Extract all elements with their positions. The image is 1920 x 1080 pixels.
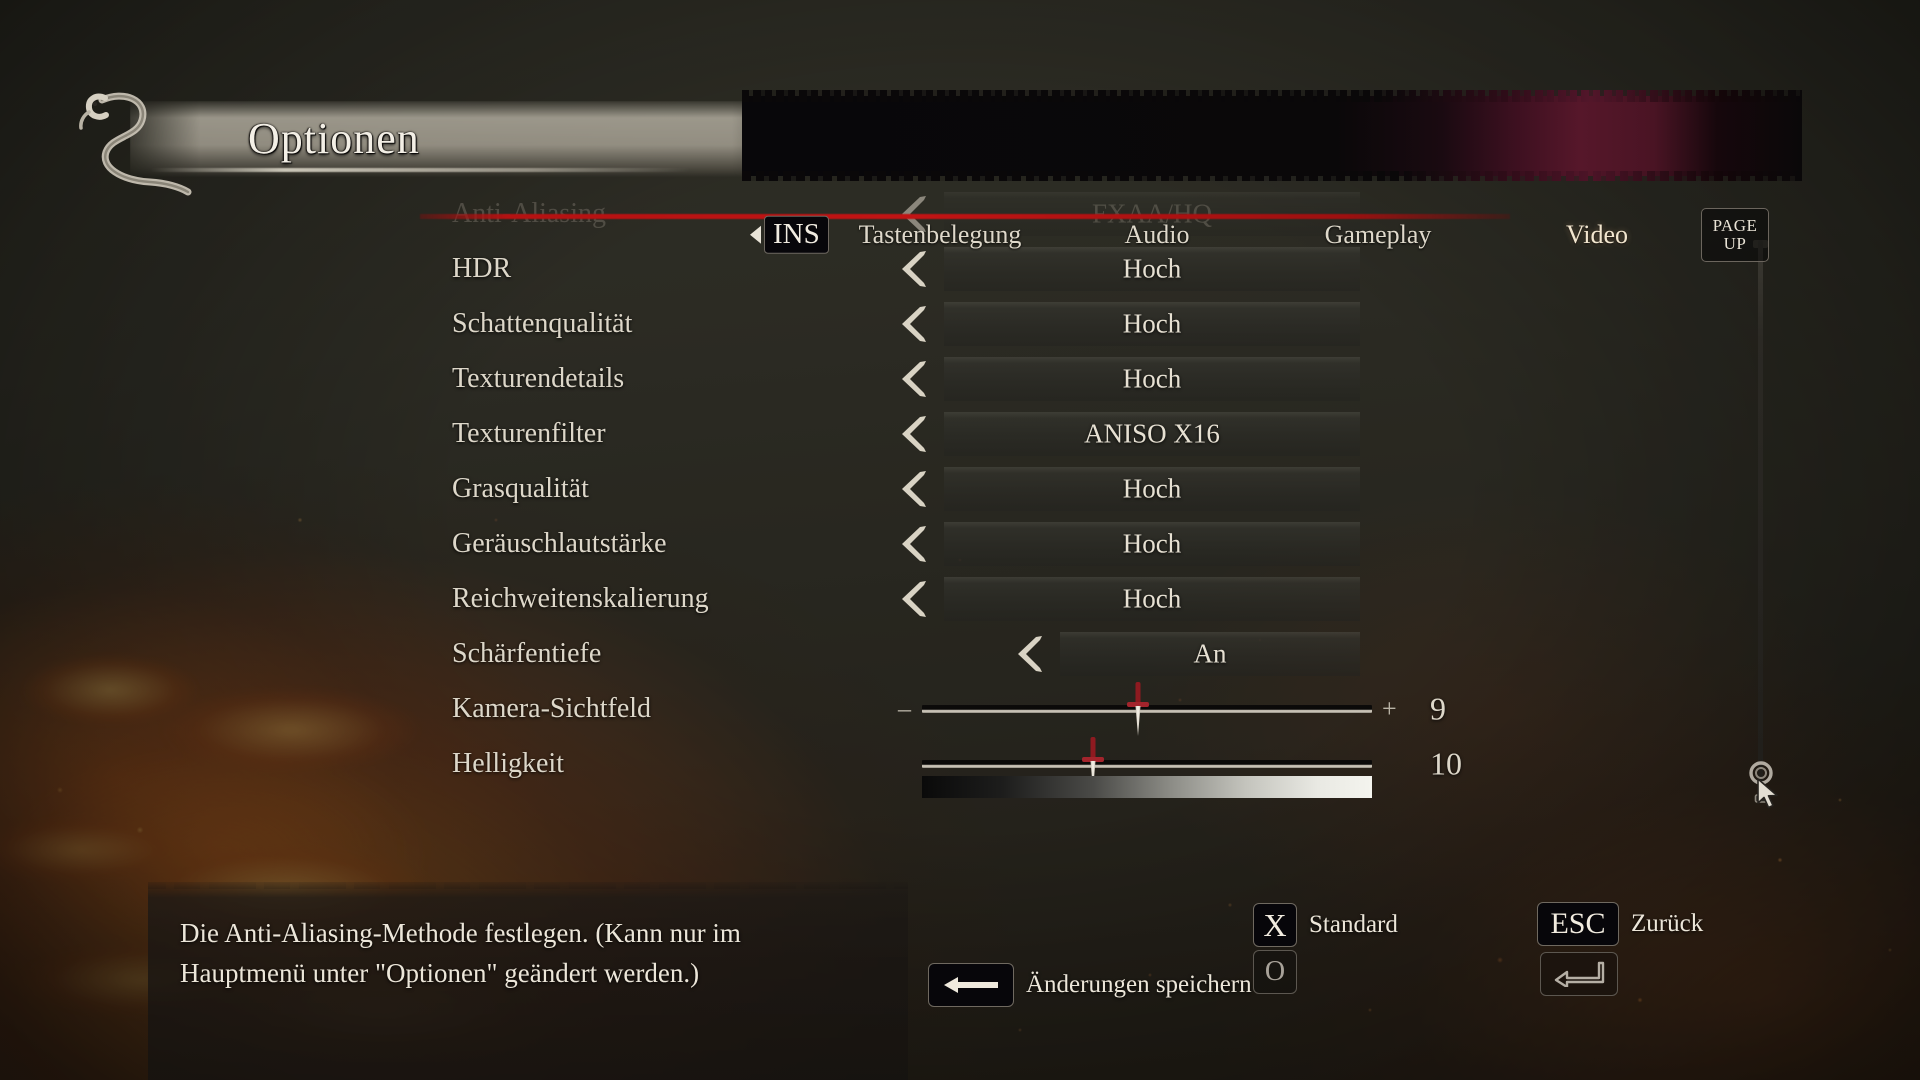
chevron-left-icon[interactable] — [896, 359, 934, 399]
mouse-cursor — [1757, 778, 1778, 809]
option-label: HDR — [452, 252, 512, 284]
tooltip-line-1: Die Anti-Aliasing-Methode festlegen. (Ka… — [180, 918, 741, 948]
o-button-hint[interactable]: O — [1253, 950, 1297, 994]
option-label: Texturendetails — [452, 362, 625, 394]
page-up-line2: UP — [1723, 234, 1747, 253]
option-value-bar[interactable]: Hoch — [944, 246, 1360, 291]
options-header: INS Tastenbelegung Audio Gameplay Video PAG… — [0, 92, 1920, 262]
options-list: Anti-Aliasing FXAA/HQ HDR Hoch Schattenquali… — [0, 186, 1920, 798]
chevron-left-icon[interactable] — [1012, 634, 1050, 674]
slider-track[interactable] — [922, 681, 1372, 736]
serpent-ornament-icon — [79, 92, 192, 196]
enter-key-cap — [1540, 952, 1618, 996]
page-up-key-hint[interactable]: PAGE UP — [1701, 208, 1769, 262]
slider-track[interactable] — [922, 736, 1372, 791]
option-prev-arrow[interactable] — [896, 249, 934, 289]
option-row[interactable]: Schärfentiefe An — [0, 626, 1920, 681]
option-row[interactable]: Kamera-Sichtfeld – +9 — [0, 681, 1920, 736]
slider-handle-icon[interactable] — [1125, 680, 1151, 738]
default-settings-hint[interactable]: X Standard — [1253, 903, 1398, 947]
option-label: Grasqualität — [452, 472, 589, 504]
option-row[interactable]: Geräuschlautstärke Hoch — [0, 516, 1920, 571]
option-value: ANISO X16 — [1084, 418, 1220, 448]
ins-key-label: INS — [764, 215, 829, 255]
selected-row-underline — [420, 214, 1510, 219]
tab-bar — [742, 96, 1802, 176]
option-value: Hoch — [1122, 308, 1182, 338]
page-title: Optionen — [248, 114, 420, 163]
option-label: Helligkeit — [452, 747, 564, 779]
option-row[interactable]: Reichweitenskalierung Hoch — [0, 571, 1920, 626]
o-key-cap: O — [1253, 950, 1297, 994]
slider-value: 9 — [1430, 690, 1446, 726]
option-value-bar[interactable]: An — [1060, 631, 1360, 676]
back-label: Zurück — [1631, 910, 1704, 937]
slider-increase-button[interactable]: + — [1382, 695, 1397, 722]
chevron-left-icon[interactable] — [896, 524, 934, 564]
option-prev-arrow[interactable] — [896, 414, 934, 454]
brightness-gradient-preview — [922, 775, 1372, 798]
title-banner-edge — [150, 168, 690, 172]
option-value-bar[interactable]: Hoch — [944, 356, 1360, 401]
option-prev-arrow[interactable] — [1012, 634, 1050, 674]
save-changes-label: Änderungen speichern — [1026, 971, 1252, 998]
option-value-bar[interactable]: Hoch — [944, 576, 1360, 621]
option-description-tooltip: Die Anti-Aliasing-Methode festlegen. (Ka… — [148, 882, 908, 1080]
title-banner — [130, 101, 830, 177]
chevron-left-icon[interactable] — [896, 249, 934, 289]
slider-value: 10 — [1430, 745, 1462, 781]
option-value: Hoch — [1122, 363, 1182, 393]
slider-decrease-button[interactable]: – — [898, 695, 911, 722]
default-settings-label: Standard — [1309, 911, 1398, 938]
option-label: Geräuschlautstärke — [452, 527, 667, 559]
left-arrow-icon — [944, 977, 998, 993]
tab-tastenbelegung[interactable]: Tastenbelegung — [859, 220, 1022, 250]
back-hint[interactable]: ESC Zurück — [1537, 902, 1703, 946]
option-row[interactable]: Texturendetails Hoch — [0, 351, 1920, 406]
option-value-bar[interactable]: Hoch — [944, 466, 1360, 511]
chevron-left-icon[interactable] — [896, 469, 934, 509]
option-value: Hoch — [1122, 528, 1182, 558]
option-row[interactable]: Schattenqualität Hoch — [0, 296, 1920, 351]
option-prev-arrow[interactable] — [896, 524, 934, 564]
tab-audio[interactable]: Audio — [1125, 220, 1190, 250]
tab-video[interactable]: Video — [1566, 220, 1628, 250]
option-value-bar[interactable]: Hoch — [944, 301, 1360, 346]
tab-gameplay[interactable]: Gameplay — [1325, 220, 1432, 250]
save-changes-hint[interactable]: Änderungen speichern — [928, 963, 1252, 1007]
chevron-left-icon[interactable] — [896, 304, 934, 344]
option-label: Schattenqualität — [452, 307, 633, 339]
page-up-line1: PAGE — [1712, 215, 1758, 235]
option-value: Hoch — [1122, 253, 1182, 283]
x-key-cap: X — [1253, 903, 1297, 947]
option-prev-arrow[interactable] — [896, 469, 934, 509]
option-label: Schärfentiefe — [452, 637, 602, 669]
chevron-left-icon[interactable] — [896, 579, 934, 619]
scrollbar-track[interactable] — [1758, 240, 1763, 785]
esc-key-cap: ESC — [1537, 902, 1619, 946]
backspace-key-icon — [928, 963, 1014, 1007]
option-value-bar[interactable]: ANISO X16 — [944, 411, 1360, 456]
option-label: Kamera-Sichtfeld — [452, 692, 652, 724]
enter-button-hint[interactable] — [1540, 952, 1618, 996]
option-row[interactable]: Helligkeit 10 — [0, 736, 1920, 798]
enter-arrow-icon — [1554, 961, 1605, 987]
option-row[interactable]: Grasqualität Hoch — [0, 461, 1920, 516]
option-value-bar[interactable]: Hoch — [944, 521, 1360, 566]
option-prev-arrow[interactable] — [896, 304, 934, 344]
tooltip-line-2: Hauptmenü unter "Optionen" geändert werd… — [180, 958, 700, 988]
option-prev-arrow[interactable] — [896, 359, 934, 399]
chevron-left-icon[interactable] — [896, 414, 934, 454]
option-label: Texturenfilter — [452, 417, 606, 449]
option-value: Hoch — [1122, 583, 1182, 613]
slider-handle[interactable] — [1125, 680, 1151, 738]
option-prev-arrow[interactable] — [896, 579, 934, 619]
option-label: Reichweitenskalierung — [452, 582, 709, 614]
ins-key-hint[interactable]: INS — [750, 215, 829, 255]
left-arrow-icon — [750, 226, 761, 244]
option-value: Hoch — [1122, 473, 1182, 503]
option-row[interactable]: Texturenfilter ANISO X16 — [0, 406, 1920, 461]
option-value: An — [1193, 638, 1227, 668]
scrollbar[interactable] — [1740, 240, 1780, 803]
